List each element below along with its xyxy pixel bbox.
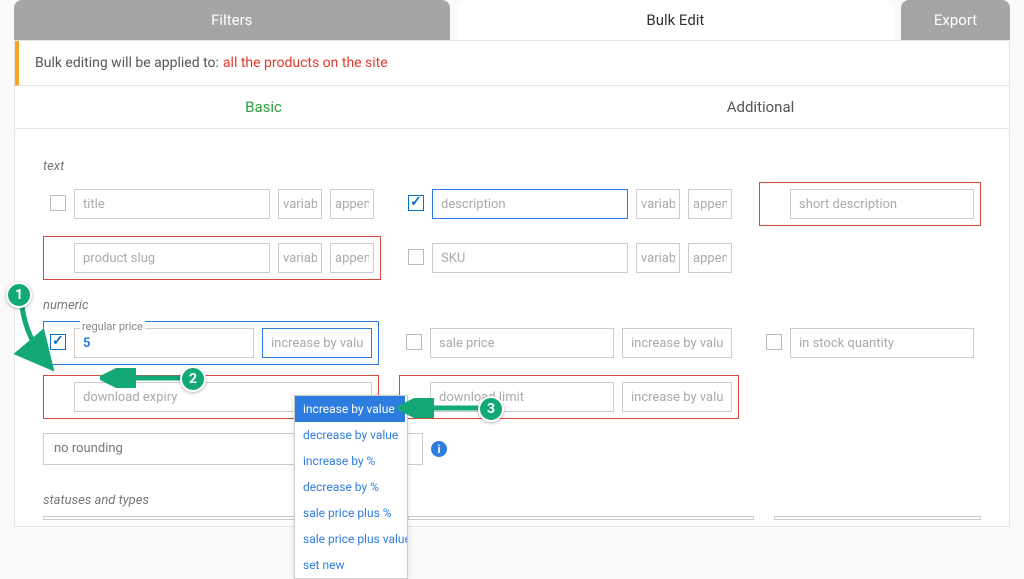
input-in-stock-quantity[interactable] xyxy=(790,328,974,358)
notice-bar: Bulk editing will be applied to: all the… xyxy=(15,41,1009,86)
field-regular-price: regular price xyxy=(43,321,379,365)
option-increase-by-percent[interactable]: increase by % xyxy=(295,448,407,474)
option-sale-price-plus-percent[interactable]: sale price plus % xyxy=(295,500,407,526)
section-label-text: text xyxy=(43,159,981,174)
notice-prefix: Bulk editing will be applied to: xyxy=(35,55,219,71)
select-sale-price-mode[interactable] xyxy=(622,328,732,358)
field-sale-price xyxy=(399,321,739,365)
input-sale-price[interactable] xyxy=(430,328,614,358)
field-short-description xyxy=(759,182,981,226)
input-sku-append[interactable] xyxy=(688,243,732,273)
tab-bulk-edit[interactable]: Bulk Edit xyxy=(458,0,894,40)
option-decrease-by-percent[interactable]: decrease by % xyxy=(295,474,407,500)
checkbox-sku[interactable] xyxy=(408,249,424,265)
subtab-additional[interactable]: Additional xyxy=(512,86,1009,128)
annotation-badge-1: 1 xyxy=(6,282,32,308)
select-download-limit-mode[interactable] xyxy=(622,382,732,412)
option-decrease-by-value[interactable]: decrease by value xyxy=(295,422,407,448)
annotation-badge-3: 3 xyxy=(478,396,504,422)
input-description-append[interactable] xyxy=(688,189,732,219)
checkbox-description[interactable] xyxy=(408,195,424,211)
field-title xyxy=(43,182,381,226)
input-sku-variable[interactable] xyxy=(636,243,680,273)
annotation-arrow-3 xyxy=(398,398,488,418)
field-description xyxy=(401,182,739,226)
notice-target: all the products on the site xyxy=(223,55,388,71)
option-increase-by-value[interactable]: increase by value xyxy=(295,396,405,422)
input-short-description[interactable] xyxy=(790,189,974,219)
input-sku[interactable] xyxy=(432,243,628,273)
field-product-slug xyxy=(43,236,381,280)
section-label-numeric: numeric xyxy=(43,298,981,313)
input-description-variable[interactable] xyxy=(636,189,680,219)
page-panel: Bulk editing will be applied to: all the… xyxy=(14,40,1010,527)
main-tabs: Filters Bulk Edit Export xyxy=(0,0,1024,40)
label-regular-price: regular price xyxy=(80,320,145,333)
select-regular-price-mode[interactable] xyxy=(262,328,372,358)
input-product-slug[interactable] xyxy=(74,243,270,273)
field-in-stock-quantity xyxy=(759,321,981,365)
checkbox-in-stock-quantity[interactable] xyxy=(766,334,782,350)
tab-export[interactable]: Export xyxy=(901,0,1010,40)
annotation-badge-2: 2 xyxy=(180,366,206,392)
input-product-slug-append[interactable] xyxy=(330,243,374,273)
dropdown-price-mode: increase by value decrease by value incr… xyxy=(294,395,408,579)
info-icon[interactable]: i xyxy=(431,441,447,457)
field-sku xyxy=(401,236,739,280)
input-title[interactable] xyxy=(74,189,270,219)
checkbox-sale-price[interactable] xyxy=(406,334,422,350)
option-sale-price-plus-value[interactable]: sale price plus value xyxy=(295,526,407,552)
annotation-arrow-1 xyxy=(14,298,64,378)
tab-filters[interactable]: Filters xyxy=(14,0,450,40)
annotation-arrow-2 xyxy=(100,368,190,388)
input-description[interactable] xyxy=(432,189,628,219)
rounding-row: no rounding i xyxy=(43,433,981,465)
subtab-basic[interactable]: Basic xyxy=(15,86,512,128)
input-title-append[interactable] xyxy=(330,189,374,219)
checkbox-title[interactable] xyxy=(50,195,66,211)
content-area: text xyxy=(15,129,1009,526)
input-product-slug-variable[interactable] xyxy=(278,243,322,273)
option-set-new[interactable]: set new xyxy=(295,552,407,578)
input-title-variable[interactable] xyxy=(278,189,322,219)
subtabs: Basic Additional xyxy=(15,86,1009,129)
section-label-statuses: statuses and types xyxy=(43,493,981,508)
